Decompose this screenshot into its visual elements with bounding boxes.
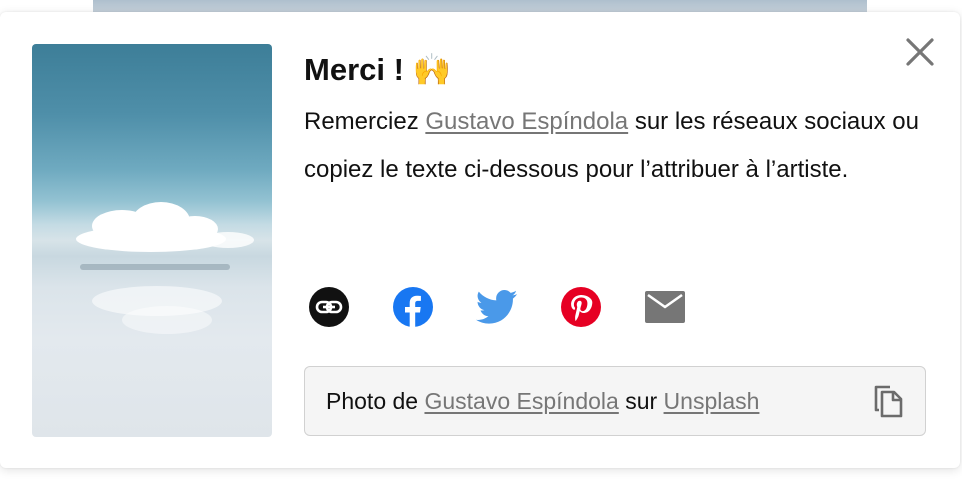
unsplash-link[interactable]: Unsplash bbox=[664, 388, 760, 414]
twitter-icon bbox=[476, 290, 518, 324]
facebook-icon bbox=[393, 287, 433, 327]
attribution-middle: sur bbox=[618, 388, 664, 414]
twitter-share-button[interactable] bbox=[476, 286, 518, 328]
facebook-share-button[interactable] bbox=[392, 286, 434, 328]
pinterest-icon bbox=[561, 287, 601, 327]
share-buttons bbox=[304, 286, 724, 328]
attribution-text: Photo de Gustavo Espíndola sur Unsplash bbox=[326, 367, 759, 435]
attribution-author-link[interactable]: Gustavo Espíndola bbox=[424, 388, 618, 414]
thanks-message: Remerciez Gustavo Espíndola sur les rése… bbox=[304, 98, 934, 194]
author-link[interactable]: Gustavo Espíndola bbox=[425, 108, 628, 135]
message-prefix: Remerciez bbox=[304, 108, 426, 135]
pinterest-share-button[interactable] bbox=[560, 286, 602, 328]
attribution-prefix: Photo de bbox=[326, 388, 425, 414]
attribution-dialog: Merci ! 🙌 Remerciez Gustavo Espíndola su… bbox=[0, 12, 960, 468]
copy-icon bbox=[874, 385, 903, 418]
copy-attribution-button[interactable] bbox=[871, 383, 907, 419]
title-text: Merci ! bbox=[304, 52, 404, 87]
email-share-button[interactable] bbox=[644, 286, 686, 328]
copy-link-button[interactable] bbox=[308, 286, 350, 328]
dialog-title: Merci ! 🙌 bbox=[304, 48, 934, 92]
dialog-content: Merci ! 🙌 Remerciez Gustavo Espíndola su… bbox=[304, 48, 934, 436]
photo-thumbnail bbox=[32, 44, 272, 437]
email-icon bbox=[645, 291, 685, 323]
link-icon bbox=[309, 287, 349, 327]
raised-hands-emoji: 🙌 bbox=[412, 52, 452, 87]
attribution-box: Photo de Gustavo Espíndola sur Unsplash bbox=[304, 366, 926, 436]
